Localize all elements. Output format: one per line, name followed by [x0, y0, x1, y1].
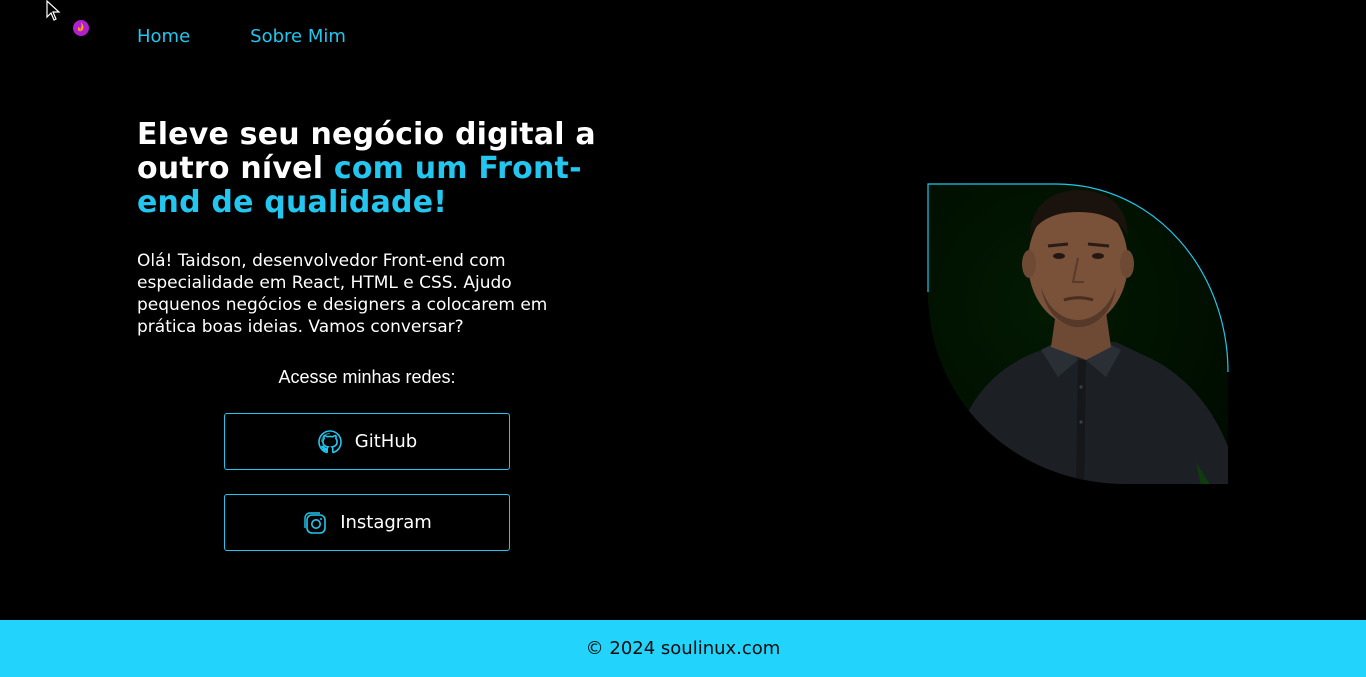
main-nav: Home Sobre Mim: [137, 26, 346, 47]
github-button-label: GitHub: [354, 431, 418, 452]
nav-about-link[interactable]: Sobre Mim: [250, 26, 346, 47]
intro-paragraph: Olá! Taidson, desenvolvedor Front-end co…: [137, 251, 548, 337]
nav-home-link[interactable]: Home: [137, 26, 190, 47]
instagram-icon: [304, 511, 327, 534]
footer-copyright: © 2024 soulinux.com: [585, 638, 781, 659]
github-button[interactable]: GitHub: [224, 413, 510, 470]
social-heading: Acesse minhas redes:: [278, 367, 456, 387]
instagram-button[interactable]: Instagram: [224, 494, 510, 551]
footer: © 2024 soulinux.com: [0, 620, 1366, 677]
page: Home Sobre Mim Eleve seu negócio digital…: [0, 0, 1366, 677]
github-icon: [317, 429, 342, 453]
hero-title: Eleve seu negócio digital a outro nível …: [137, 118, 607, 220]
instagram-button-label: Instagram: [340, 512, 432, 533]
mouse-cursor-icon: [46, 0, 61, 21]
profile-photo: [927, 183, 1229, 484]
logo-icon[interactable]: [72, 19, 90, 37]
